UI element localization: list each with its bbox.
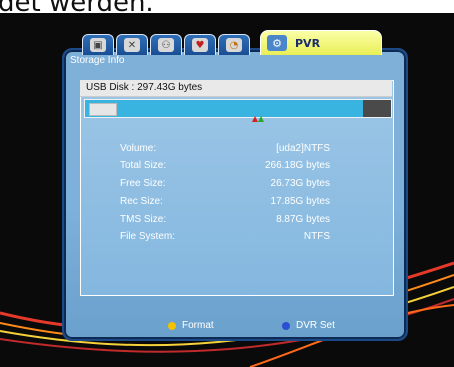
footer-bar: Format DVR Set xyxy=(62,318,404,338)
menu-tabs: ▣ ✕ ⚇ ♥ ◔ ⚙ PVR xyxy=(82,30,382,55)
info-value: 266.18G bytes xyxy=(264,160,330,171)
info-key: Free Size: xyxy=(120,178,166,189)
heart-icon: ♥ xyxy=(192,38,208,52)
info-value: 8.87G bytes xyxy=(276,214,330,225)
info-key: Volume: xyxy=(120,143,157,154)
yellow-dot-icon xyxy=(168,321,176,330)
info-row-file-system: File System: NTFS xyxy=(120,231,330,245)
dvr-set-button[interactable]: DVR Set xyxy=(282,320,335,331)
info-row-total-size: Total Size: 266.18G bytes xyxy=(120,160,330,174)
film-reel-icon: ▣ xyxy=(90,38,106,52)
tab-network[interactable]: ⚇ xyxy=(150,34,182,55)
info-value: [uda2]NTFS xyxy=(276,143,330,154)
disk-usage-used xyxy=(85,100,363,117)
play-marker-icon xyxy=(258,116,264,122)
disk-usage-marker xyxy=(89,103,117,116)
disk-label: USB Disk : 297.43G bytes xyxy=(86,82,203,93)
info-row-rec-size: Rec Size: 17.85G bytes xyxy=(120,196,330,210)
info-value: NTFS xyxy=(303,231,330,242)
disk-header: USB Disk : 297.43G bytes xyxy=(80,80,392,97)
tab-pvr[interactable]: ⚙ PVR xyxy=(260,30,382,55)
tools-icon: ✕ xyxy=(124,38,140,52)
blue-dot-icon xyxy=(282,321,290,330)
gear-icon: ⚙ xyxy=(267,35,287,51)
tab-favorites[interactable]: ♥ xyxy=(184,34,216,55)
disk-usage-free xyxy=(363,100,391,117)
info-value: 17.85G bytes xyxy=(270,196,330,207)
info-row-volume: Volume: [uda2]NTFS xyxy=(120,143,330,157)
info-key: Total Size: xyxy=(120,160,167,171)
info-key: TMS Size: xyxy=(120,214,167,225)
network-icon: ⚇ xyxy=(158,38,174,52)
tab-pvr-label: PVR xyxy=(295,36,321,50)
tab-timer[interactable]: ◔ xyxy=(218,34,250,55)
tab-media[interactable]: ▣ xyxy=(82,34,114,55)
tab-tools[interactable]: ✕ xyxy=(116,34,148,55)
info-key: File System: xyxy=(120,231,176,242)
info-row-tms-size: TMS Size: 8.87G bytes xyxy=(120,214,330,228)
disk-usage-bar xyxy=(84,99,392,118)
format-label: Format xyxy=(182,320,214,331)
info-value: 26.73G bytes xyxy=(270,178,330,189)
format-button[interactable]: Format xyxy=(168,320,214,331)
info-row-free-size: Free Size: 26.73G bytes xyxy=(120,178,330,192)
dvr-set-label: DVR Set xyxy=(296,320,335,331)
clock-icon: ◔ xyxy=(226,38,242,52)
info-key: Rec Size: xyxy=(120,196,163,207)
page-title: Storage Info xyxy=(70,55,125,66)
